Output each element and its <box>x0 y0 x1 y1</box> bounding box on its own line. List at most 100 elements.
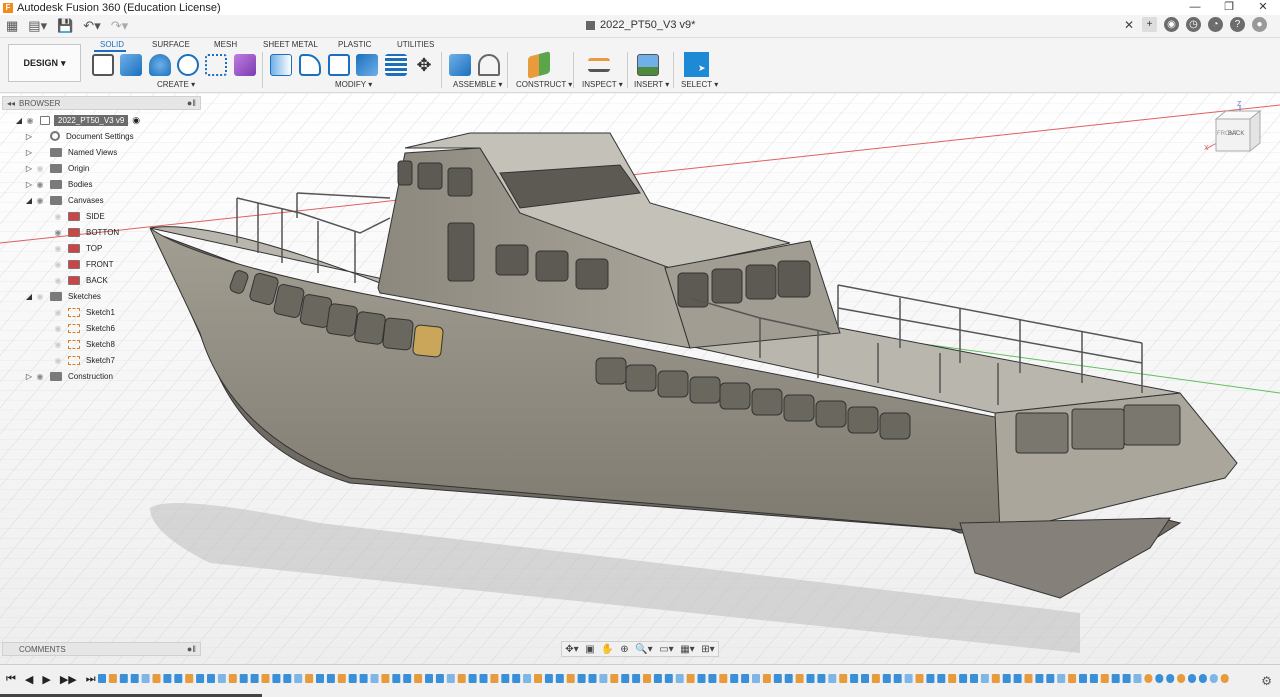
go-to-end-icon[interactable]: ⏭ <box>86 673 96 686</box>
eye-hidden-icon[interactable]: ◉ <box>52 324 64 333</box>
expand-arrow-icon[interactable]: ◢ <box>14 116 24 125</box>
collapse-arrow-icon[interactable]: ◢ <box>24 292 34 301</box>
help-icon[interactable]: ? <box>1230 17 1245 32</box>
extrude-icon[interactable] <box>120 54 142 76</box>
pin-icon[interactable]: ●‖ <box>187 644 196 654</box>
form-icon[interactable] <box>234 54 256 76</box>
create-menu[interactable]: CREATE ▾ <box>157 80 195 89</box>
chamfer-icon[interactable] <box>328 54 350 76</box>
notifications-icon[interactable]: ◔ <box>1208 17 1223 32</box>
eye-hidden-icon[interactable]: ◉ <box>52 340 64 349</box>
eye-icon[interactable]: ◉ <box>52 228 64 237</box>
joint-icon[interactable] <box>478 54 500 76</box>
pan-icon[interactable]: ✋ <box>601 644 613 655</box>
create-sketch-icon[interactable] <box>92 54 114 76</box>
hole-icon[interactable] <box>177 54 199 76</box>
expand-arrow-icon[interactable]: ▷ <box>24 132 34 141</box>
browser-item-canvases[interactable]: ◢ ◉ Canvases <box>24 193 104 207</box>
browser-item-sketch1[interactable]: ◉ Sketch1 <box>42 305 115 319</box>
document-tab[interactable]: 2022_PT50_V3 v9* <box>586 19 695 31</box>
new-component-icon[interactable] <box>449 54 471 76</box>
fit-icon[interactable]: 🔍▾ <box>635 644 652 655</box>
browser-item-document-settings[interactable]: ▷ Document Settings <box>24 129 134 143</box>
browser-item-bodies[interactable]: ▷ ◉ Bodies <box>24 177 92 191</box>
comments-panel[interactable]: COMMENTS ●‖ <box>2 642 201 656</box>
grid-settings-icon[interactable]: ▦▾ <box>680 644 694 655</box>
browser-header[interactable]: ◂◂ BROWSER ●‖ <box>2 96 201 110</box>
new-tab-icon[interactable]: + <box>1142 17 1157 32</box>
eye-icon[interactable]: ◉ <box>34 372 46 381</box>
insert-menu[interactable]: INSERT ▾ <box>634 80 669 89</box>
profile-icon[interactable]: ● <box>1252 17 1267 32</box>
job-status-icon[interactable]: ◷ <box>1186 17 1201 32</box>
step-forward-icon[interactable]: ▶▶ <box>60 673 77 686</box>
go-to-start-icon[interactable]: ⏮ <box>6 673 16 686</box>
measure-icon[interactable] <box>588 58 610 72</box>
pin-icon[interactable]: ●‖ <box>187 98 196 108</box>
expand-arrow-icon[interactable]: ▷ <box>24 180 34 189</box>
construct-menu[interactable]: CONSTRUCT ▾ <box>516 80 572 89</box>
tab-surface[interactable]: SURFACE <box>152 40 190 49</box>
eye-hidden-icon[interactable]: ◉ <box>52 356 64 365</box>
maximize-button[interactable]: ❐ <box>1212 0 1246 15</box>
play-icon[interactable]: ▶ <box>42 673 50 686</box>
eye-hidden-icon[interactable]: ◉ <box>34 292 46 301</box>
workspace-switcher[interactable]: DESIGN ▾ <box>8 44 81 82</box>
revolve-icon[interactable] <box>149 54 171 76</box>
eye-icon[interactable]: ◉ <box>34 180 46 189</box>
browser-root[interactable]: ◢ ◉ 2022_PT50_V3 v9 ◉ <box>14 113 140 127</box>
browser-item-construction[interactable]: ▷ ◉ Construction <box>24 369 113 383</box>
eye-hidden-icon[interactable]: ◉ <box>52 260 64 269</box>
tab-plastic[interactable]: PLASTIC <box>338 40 371 49</box>
eye-icon[interactable]: ◉ <box>24 116 36 125</box>
eye-hidden-icon[interactable]: ◉ <box>52 276 64 285</box>
activate-radio-icon[interactable]: ◉ <box>132 115 140 126</box>
browser-item-canvas-top[interactable]: ◉ TOP <box>42 241 102 255</box>
browser-item-sketch8[interactable]: ◉ Sketch8 <box>42 337 115 351</box>
eye-hidden-icon[interactable]: ◉ <box>52 308 64 317</box>
browser-item-sketch7[interactable]: ◉ Sketch7 <box>42 353 115 367</box>
move-icon[interactable]: ✥ <box>413 54 435 76</box>
zoom-icon[interactable]: ⊕ <box>620 644 628 655</box>
browser-item-canvas-back[interactable]: ◉ BACK <box>42 273 108 287</box>
expand-arrow-icon[interactable]: ▷ <box>24 164 34 173</box>
tab-mesh[interactable]: MESH <box>214 40 237 49</box>
inspect-menu[interactable]: INSPECT ▾ <box>582 80 623 89</box>
browser-item-canvas-side[interactable]: ◉ SIDE <box>42 209 105 223</box>
minimize-button[interactable]: — <box>1178 0 1212 15</box>
shell-icon[interactable] <box>356 54 378 76</box>
collapse-arrow-icon[interactable]: ◢ <box>24 196 34 205</box>
tab-sheet-metal[interactable]: SHEET METAL <box>263 40 318 49</box>
collapse-icon[interactable]: ◂◂ <box>7 99 15 108</box>
extensions-icon[interactable]: ◉ <box>1164 17 1179 32</box>
offset-plane-icon[interactable] <box>528 51 550 79</box>
timeline-features[interactable] <box>98 672 1248 686</box>
viewcube-back-face[interactable]: BACK <box>1228 131 1244 137</box>
browser-item-origin[interactable]: ▷ ◉ Origin <box>24 161 89 175</box>
insert-canvas-icon[interactable] <box>637 54 659 76</box>
select-icon[interactable]: ➤ <box>684 52 709 77</box>
browser-item-sketches[interactable]: ◢ ◉ Sketches <box>24 289 101 303</box>
fillet-icon[interactable] <box>299 54 321 76</box>
data-panel-icon[interactable]: ▦ <box>6 18 18 34</box>
pattern-icon[interactable] <box>205 54 227 76</box>
step-back-icon[interactable]: ◀ <box>25 673 33 686</box>
browser-item-canvas-botton[interactable]: ◉ BOTTON <box>42 225 119 239</box>
browser-item-canvas-front[interactable]: ◉ FRONT <box>42 257 114 271</box>
expand-arrow-icon[interactable]: ▷ <box>24 148 34 157</box>
modify-menu[interactable]: MODIFY ▾ <box>335 80 372 89</box>
browser-item-named-views[interactable]: ▷ Named Views <box>24 145 117 159</box>
tab-solid[interactable]: SOLID <box>100 40 124 49</box>
select-menu[interactable]: SELECT ▾ <box>681 80 718 89</box>
timeline-settings-icon[interactable]: ⚙ <box>1261 674 1272 688</box>
press-pull-icon[interactable] <box>270 54 292 76</box>
redo-icon[interactable]: ↷▾ <box>111 18 128 34</box>
undo-icon[interactable]: ↶▾ <box>83 18 100 34</box>
combine-icon[interactable] <box>385 54 407 76</box>
close-tab-icon[interactable]: ✕ <box>1124 18 1134 32</box>
eye-icon[interactable]: ◉ <box>34 196 46 205</box>
expand-arrow-icon[interactable]: ▷ <box>24 372 34 381</box>
file-menu-icon[interactable]: ▤▾ <box>28 18 47 34</box>
browser-item-sketch6[interactable]: ◉ Sketch6 <box>42 321 115 335</box>
display-settings-icon[interactable]: ▭▾ <box>659 644 673 655</box>
